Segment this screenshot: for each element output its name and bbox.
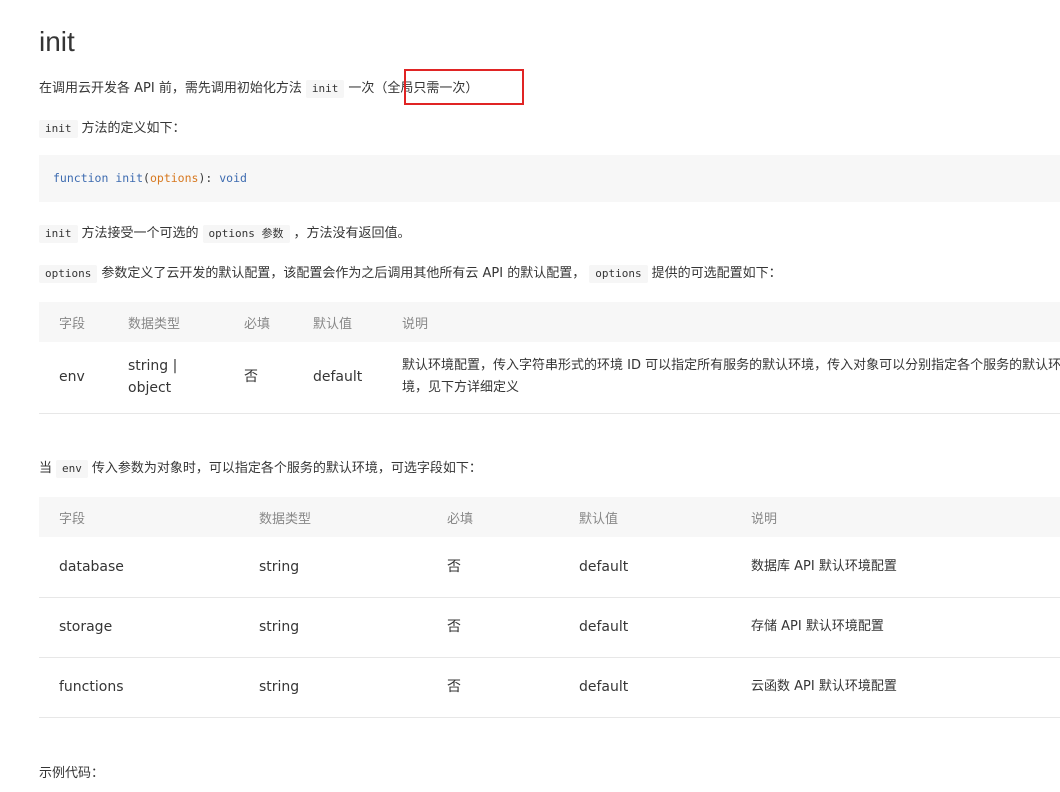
cell-description: 默认环境配置，传入字符串形式的环境 ID 可以指定所有服务的默认环境，传入对象可…	[382, 342, 1060, 414]
doc-page: init 在调用云开发各 API 前，需先调用初始化方法 init 一次（全局只需一…	[0, 0, 1060, 792]
inline-code-init: init	[39, 225, 78, 243]
cell-field: env	[39, 342, 108, 414]
column-header: 默认值	[313, 316, 353, 332]
cell-required: 否	[427, 597, 559, 658]
inline-code-init: init	[39, 120, 78, 138]
code-param: options	[149, 171, 199, 185]
cell-required: 否	[427, 657, 559, 718]
table-row: storage string 否 default 存储 API 默认环境配置	[39, 597, 1060, 658]
cell-type: string	[239, 597, 427, 658]
table-row: database string 否 default 数据库 API 默认环境配置	[39, 537, 1060, 598]
table-header-row: 字段 数据类型 必填 默认值 说明	[39, 302, 1060, 342]
options-paragraph: options 参数定义了云开发的默认配置，该配置会作为之后调用其他所有云 API…	[39, 264, 782, 284]
env-paragraph: 当 env 传入参数为对象时，可以指定各个服务的默认环境，可选字段如下：	[39, 459, 482, 479]
column-header: 数据类型	[259, 511, 312, 527]
highlight-box	[404, 69, 524, 105]
cell-type: string | object	[108, 342, 224, 414]
column-header: 必填	[447, 511, 474, 527]
cell-description: 数据库 API 默认环境配置	[731, 537, 1060, 598]
inline-code-init: init	[305, 80, 345, 98]
inline-code-options: options	[589, 265, 648, 283]
env-text: 当	[39, 461, 53, 476]
column-header: 数据类型	[128, 316, 181, 332]
options-text-after: 提供的可选配置如下：	[651, 266, 782, 281]
env-table: 字段 数据类型 必填 默认值 说明 database string 否 defa…	[39, 497, 1060, 718]
cell-required: 否	[224, 342, 293, 414]
intro-text: 在调用云开发各 API 前，需先调用初始化方法	[39, 81, 302, 96]
table-row: env string | object 否 default 默认环境配置，传入字…	[39, 342, 1060, 414]
cell-default: default	[559, 537, 731, 598]
cell-field: database	[39, 537, 239, 598]
accepts-text-after: ，方法没有返回值。	[293, 226, 411, 241]
code-return-type: void	[219, 171, 247, 185]
inline-code-options: options 参数	[202, 225, 290, 243]
column-header: 必填	[244, 316, 271, 332]
code-function-name: init	[115, 171, 144, 185]
column-header: 默认值	[579, 511, 619, 527]
cell-description: 存储 API 默认环境配置	[731, 597, 1060, 658]
inline-code-env: env	[56, 460, 88, 478]
options-table: 字段 数据类型 必填 默认值 说明 env string | object 否 …	[39, 302, 1060, 414]
table-header-row: 字段 数据类型 必填 默认值 说明	[39, 497, 1060, 537]
page-title: init	[39, 26, 75, 57]
cell-field: storage	[39, 597, 239, 658]
intro-text-after: 一次	[348, 81, 375, 96]
code-paren-close: ):	[198, 171, 213, 185]
cell-type: string	[239, 537, 427, 598]
cell-type: string	[239, 657, 427, 718]
cell-default: default	[559, 597, 731, 658]
code-line: function init(options): void	[53, 170, 247, 186]
code-block: function init(options): void	[39, 155, 1060, 202]
column-header: 字段	[59, 511, 86, 527]
cell-required: 否	[427, 537, 559, 598]
cell-description: 云函数 API 默认环境配置	[731, 657, 1060, 718]
example-label: 示例代码：	[39, 766, 105, 781]
accepts-text: 方法接受一个可选的	[81, 226, 199, 241]
definition-text: 方法的定义如下：	[81, 121, 186, 136]
code-paren-open: (	[143, 171, 150, 185]
cell-default: default	[559, 657, 731, 718]
options-text: 参数定义了云开发的默认配置，该配置会作为之后调用其他所有云 API 的默认配置，	[101, 266, 586, 281]
column-header: 说明	[402, 316, 429, 332]
table-row: functions string 否 default 云函数 API 默认环境配…	[39, 657, 1060, 718]
column-header: 字段	[59, 316, 86, 332]
accepts-paragraph: init 方法接受一个可选的 options 参数 ，方法没有返回值。	[39, 224, 411, 244]
code-keyword: function	[53, 171, 109, 185]
definition-paragraph: init 方法的定义如下：	[39, 119, 186, 139]
env-text-after: 传入参数为对象时，可以指定各个服务的默认环境，可选字段如下：	[91, 461, 482, 476]
cell-field: functions	[39, 657, 239, 718]
cell-default: default	[293, 342, 382, 414]
column-header: 说明	[751, 511, 778, 527]
inline-code-options: options	[39, 265, 98, 283]
